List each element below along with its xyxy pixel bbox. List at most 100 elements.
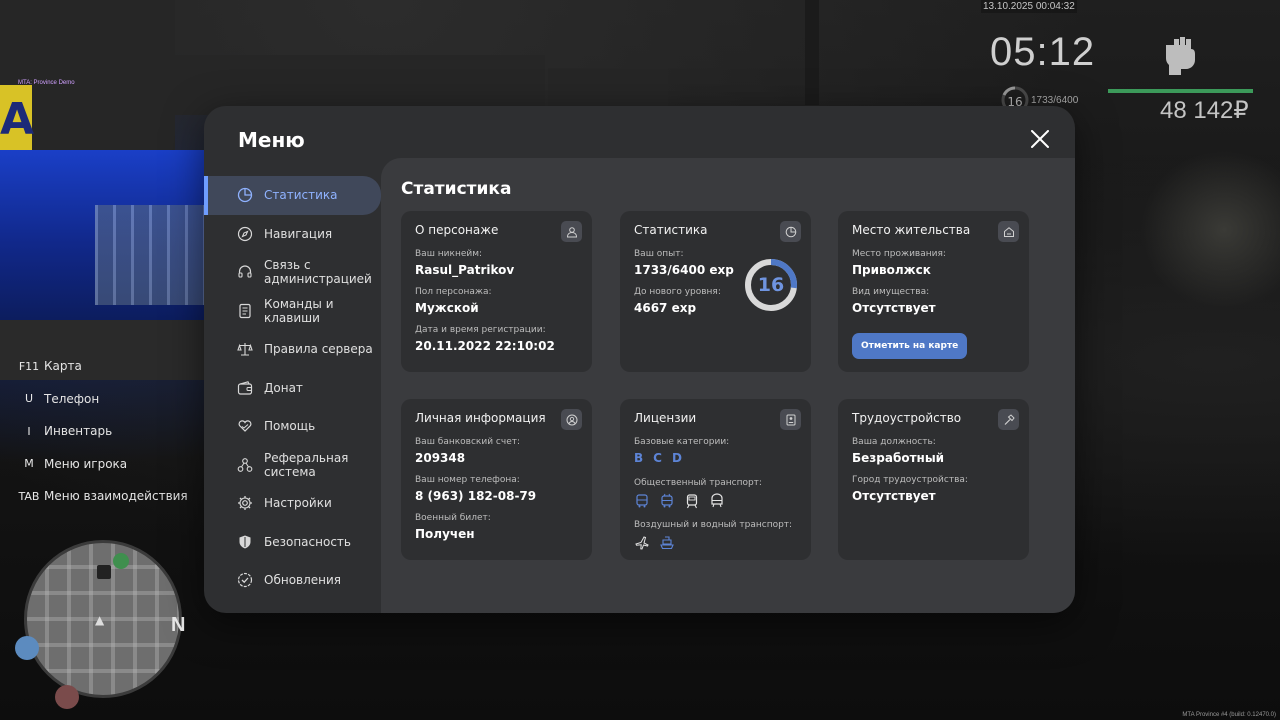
hud-clock: 05:12 [990, 30, 1096, 74]
sidebar-item-referral[interactable]: Реферальная система [204, 446, 381, 485]
hammer-icon [998, 409, 1019, 430]
hint-label: Меню игрока [44, 456, 128, 471]
field-value: 209348 [415, 451, 466, 465]
field-label: Общественный транспорт: [634, 478, 762, 488]
card-title: Статистика [634, 223, 708, 237]
fist-icon [1163, 33, 1197, 75]
card-residence: Место жительства Место проживания: Приво… [838, 211, 1029, 372]
field-label: Место проживания: [852, 249, 946, 259]
sidebar-item-label: Обновления [264, 573, 342, 588]
sidebar-item-label: Правила сервера [264, 342, 373, 357]
background-store-window [95, 205, 205, 305]
hint-label: Инвентарь [44, 424, 113, 439]
sidebar-item-updates[interactable]: Обновления [204, 561, 381, 600]
hint-inventory: I Инвентарь [14, 415, 188, 448]
field-label: Вид имущества: [852, 287, 930, 297]
sidebar-item-label: Реферальная система [264, 450, 349, 479]
shirt-marker-icon [15, 636, 39, 660]
sidebar-item-rules[interactable]: Правила сервера [204, 330, 381, 369]
shield-icon [237, 534, 253, 550]
field-label: Пол персонажа: [415, 287, 492, 297]
field-value: Rasul_Patrikov [415, 263, 515, 277]
sidebar-item-security[interactable]: Безопасность [204, 523, 381, 562]
boat-icon [659, 535, 675, 551]
card-title: Личная информация [415, 411, 546, 425]
close-icon [1031, 130, 1049, 148]
headset-icon [237, 264, 253, 280]
field-position: Ваша должность: Безработный [852, 437, 944, 465]
field-military-id: Военный билет: Получен [415, 513, 491, 541]
field-registration: Дата и время регистрации: 20.11.2022 22:… [415, 325, 555, 353]
scales-icon [237, 341, 253, 357]
sidebar: Статистика Навигация Связь с администрац… [204, 176, 381, 600]
field-value: Отсутствует [852, 301, 936, 315]
hud-money: 48 142₽ [1160, 97, 1249, 124]
sidebar-item-label: Безопасность [264, 534, 351, 549]
sidebar-item-label: Навигация [264, 226, 333, 241]
sidebar-item-label: Настройки [264, 496, 332, 511]
user-circle-icon [561, 409, 582, 430]
field-label: До нового уровня: [634, 287, 721, 297]
hint-interaction-menu: TAB Меню взаимодействия [14, 480, 188, 513]
field-place: Место проживания: Приволжск [852, 249, 946, 277]
sidebar-item-label: Статистика [264, 188, 338, 203]
hint-key: I [27, 424, 31, 438]
user-icon [561, 221, 582, 242]
id-card-icon [780, 409, 801, 430]
license-category: B [634, 451, 644, 465]
hint-label: Меню взаимодействия [44, 489, 188, 504]
content-panel: Статистика О персонаже Ваш никнейм: Rasu… [381, 158, 1075, 613]
sidebar-item-settings[interactable]: Настройки [204, 484, 381, 523]
field-label: Город трудоустройства: [852, 475, 968, 485]
field-base-categories: Базовые категории: B C D [634, 437, 729, 465]
sidebar-item-help[interactable]: Помощь [204, 407, 381, 446]
sidebar-item-donate[interactable]: Донат [204, 369, 381, 408]
sidebar-item-label: Связь с администрацией [264, 258, 372, 287]
sidebar-item-commands[interactable]: Команды и клавиши [204, 292, 381, 331]
hud-exp: 1733/6400 [1031, 95, 1079, 106]
close-button[interactable] [1027, 126, 1053, 152]
sidebar-item-label: Донат [264, 380, 303, 395]
minimap-marker-green [113, 553, 129, 569]
compass-icon [237, 226, 253, 242]
field-value: 8 (963) 182-08-79 [415, 489, 537, 503]
gear-icon [237, 495, 253, 511]
sidebar-item-label: Помощь [264, 419, 316, 434]
field-value: Отсутствует [852, 489, 936, 503]
tram-icon [684, 493, 700, 509]
card-title: Лицензии [634, 411, 697, 425]
field-value: Получен [415, 527, 475, 541]
sidebar-item-statistics[interactable]: Статистика [204, 176, 381, 215]
field-label: Ваш номер телефона: [415, 475, 520, 485]
hint-key: M [24, 457, 34, 471]
sidebar-item-admin-contact[interactable]: Связь с администрацией [204, 253, 381, 292]
card-personal-info: Личная информация Ваш банковский счет: 2… [401, 399, 592, 560]
field-value: Мужской [415, 301, 479, 315]
minimap-north: N [171, 614, 186, 636]
field-bank-account: Ваш банковский счет: 209348 [415, 437, 520, 465]
field-value: 20.11.2022 22:10:02 [415, 339, 555, 353]
field-value: Безработный [852, 451, 945, 465]
mark-on-map-button[interactable]: Отметить на карте [852, 333, 968, 359]
level-ring-value: 16 [757, 274, 785, 296]
document-icon [237, 303, 253, 319]
field-phone: Ваш номер телефона: 8 (963) 182-08-79 [415, 475, 536, 503]
hud-datetime: 13.10.2025 00:04:32 [981, 0, 1077, 13]
metro-icon [709, 493, 725, 509]
field-label: Ваш банковский счет: [415, 437, 521, 447]
background-store-sign: A [0, 85, 34, 155]
hud-health-bar [1108, 89, 1253, 93]
field-value: Приволжск [852, 263, 931, 277]
player-arrow-icon: ▲ [95, 613, 105, 627]
background-building-right [548, 68, 668, 108]
field-label: Дата и время регистрации: [415, 325, 546, 335]
hint-map: F11 Карта [14, 350, 188, 383]
hint-key: F11 [18, 359, 40, 373]
content-title: Статистика [401, 179, 512, 199]
bus-icon [634, 493, 650, 509]
field-label: Военный билет: [415, 513, 491, 523]
field-value: 4667 exp [634, 301, 697, 315]
sidebar-item-navigation[interactable]: Навигация [204, 215, 381, 254]
background-pole [805, 0, 819, 105]
hint-phone: U Телефон [14, 383, 188, 416]
